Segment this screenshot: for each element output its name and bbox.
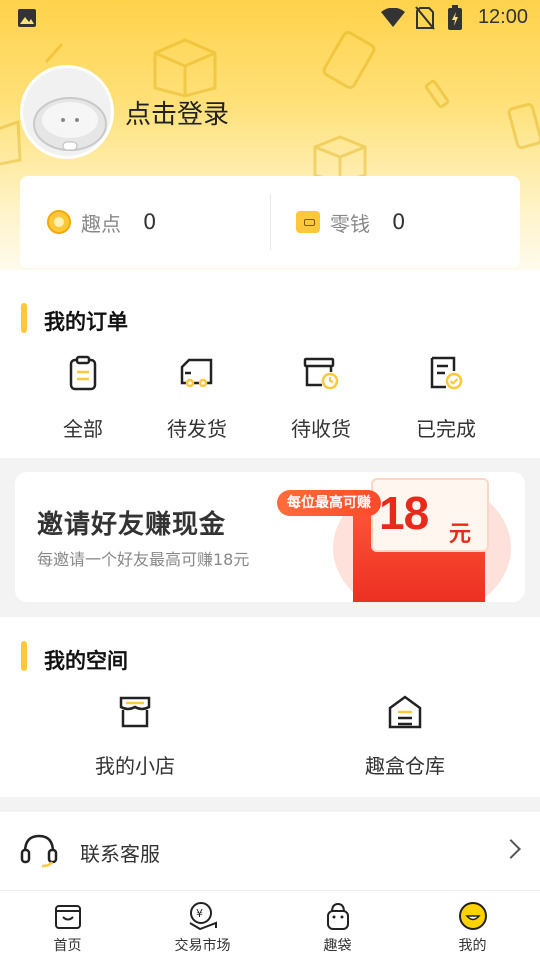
market-icon: ¥ [188, 902, 217, 931]
tab-mine-label: 我的 [458, 938, 487, 954]
home-box-icon [54, 905, 81, 929]
order-completed-label: 已完成 [416, 417, 476, 441]
status-time: 12:00 [477, 6, 528, 28]
banner-title: 邀请好友赚现金 [37, 510, 227, 540]
smiley-icon [458, 902, 487, 930]
reward-unit: 元 [449, 522, 472, 547]
order-pending-receipt[interactable]: 待收货 [266, 355, 376, 442]
wifi-icon [381, 8, 405, 27]
invite-banner[interactable]: 18 元 每位最高可赚 邀请好友赚现金 每邀请一个好友最高可赚18元 [15, 472, 525, 602]
no-sim-icon [415, 6, 435, 30]
status-bar: 12:00 [0, 0, 540, 36]
tab-market[interactable]: ¥ 交易市场 [135, 891, 270, 960]
login-link[interactable]: 点击登录 [125, 94, 229, 131]
tab-home[interactable]: 首页 [0, 891, 135, 960]
wallet-icon [296, 211, 320, 233]
cash-label: 零钱 [330, 211, 370, 236]
reward-tag: 每位最高可赚 [277, 490, 381, 516]
box-decoration-icon [153, 38, 217, 98]
bottom-tab-bar: 首页 ¥ 交易市场 趣袋 我的 [0, 890, 540, 960]
tab-mine[interactable]: 我的 [405, 891, 540, 960]
customer-service-label: 联系客服 [80, 842, 160, 866]
document-check-icon [430, 356, 463, 390]
points-item[interactable]: 趣点 0 [47, 204, 156, 240]
points-value: 0 [143, 210, 157, 234]
my-store[interactable]: 我的小店 [65, 694, 205, 779]
store-icon [119, 696, 151, 728]
gallery-icon [18, 9, 36, 27]
avatar[interactable] [20, 65, 114, 159]
warehouse-label: 趣盒仓库 [365, 754, 445, 778]
reward-amount: 18 [379, 487, 429, 539]
lipstick-decoration-icon [424, 79, 450, 109]
section-accent-bar [21, 303, 27, 333]
svg-text:¥: ¥ [196, 907, 203, 920]
coin-icon [47, 210, 71, 234]
my-store-label: 我的小店 [95, 754, 175, 778]
order-pending-shipment[interactable]: 待发货 [142, 355, 252, 442]
phone-decoration-icon [322, 31, 376, 89]
wallet-divider [270, 194, 271, 250]
order-all[interactable]: 全部 [28, 355, 138, 442]
warehouse-icon [388, 695, 422, 729]
section-accent-bar [21, 641, 27, 671]
orders-title: 我的订单 [44, 310, 128, 334]
order-pending-receipt-label: 待收货 [291, 417, 351, 441]
warehouse[interactable]: 趣盒仓库 [335, 694, 475, 779]
space-title: 我的空间 [44, 649, 128, 673]
tab-home-label: 首页 [53, 938, 82, 954]
customer-service-row[interactable]: 联系客服 [0, 812, 540, 890]
order-all-label: 全部 [63, 417, 103, 441]
order-completed[interactable]: 已完成 [391, 355, 501, 442]
cash-value: 0 [392, 210, 406, 234]
cash-item[interactable]: 零钱 0 [296, 204, 405, 240]
tab-bag-label: 趣袋 [323, 938, 352, 954]
clipboard-icon [69, 355, 97, 391]
tab-market-label: 交易市场 [174, 938, 231, 954]
points-label: 趣点 [81, 211, 121, 236]
bag-icon [326, 902, 349, 930]
headset-icon [20, 834, 58, 868]
chevron-right-icon [501, 839, 521, 859]
banner-subtitle: 每邀请一个好友最高可赚18元 [37, 550, 250, 569]
tab-bag[interactable]: 趣袋 [270, 891, 405, 960]
truck-icon [180, 358, 213, 388]
order-pending-shipment-label: 待发货 [167, 417, 227, 441]
box-clock-icon [303, 357, 339, 390]
battery-charging-icon [448, 5, 462, 30]
brush-decoration-icon [44, 43, 64, 63]
phone-decoration-icon [507, 102, 540, 150]
